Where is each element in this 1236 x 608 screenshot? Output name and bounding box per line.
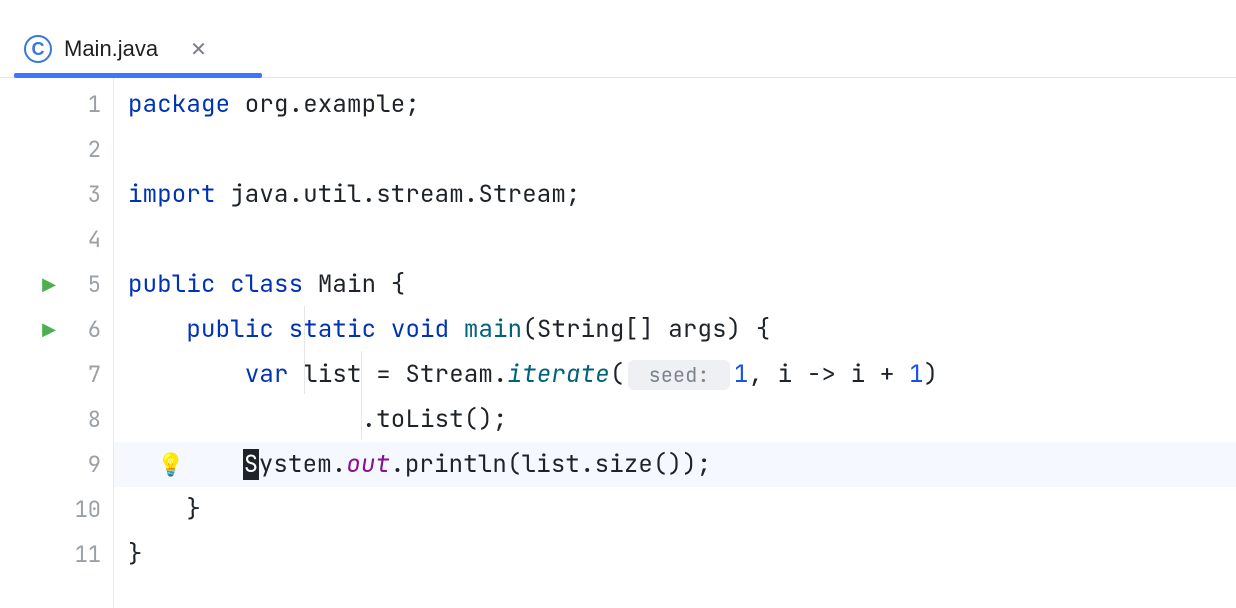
code-text: .toList(); xyxy=(362,404,508,435)
code-line[interactable] xyxy=(114,127,1236,172)
keyword: public xyxy=(128,269,216,300)
line-number: 5 xyxy=(71,270,101,299)
code-text: , i -> i + xyxy=(748,359,909,390)
class-name: Main xyxy=(318,269,376,300)
code-area[interactable]: package org.example; import java.util.st… xyxy=(114,78,1236,608)
line-number: 10 xyxy=(71,495,101,524)
line-number: 8 xyxy=(71,405,101,434)
code-text: } xyxy=(128,539,143,570)
editor-tab-bar: C Main.java ✕ xyxy=(0,0,1236,78)
keyword: class xyxy=(230,269,303,300)
parameter-hint: seed: xyxy=(628,360,729,390)
code-text: .println(list.size()); xyxy=(390,449,711,480)
code-text: java.util.stream.Stream; xyxy=(216,179,581,210)
keyword: var xyxy=(245,359,289,390)
caret: S xyxy=(243,449,259,480)
code-text: ( xyxy=(610,359,625,390)
code-text: } xyxy=(186,494,201,525)
line-number: 9 xyxy=(71,450,101,479)
code-line[interactable]: } xyxy=(114,487,1236,532)
keyword: static xyxy=(289,314,377,345)
code-line[interactable]: public class Main { xyxy=(114,262,1236,307)
code-line-current[interactable]: 💡 System.out.println(list.size()); xyxy=(114,442,1236,487)
line-number: 6 xyxy=(71,315,101,344)
close-icon[interactable]: ✕ xyxy=(190,37,207,62)
intention-bulb-icon[interactable]: 💡 xyxy=(157,450,185,479)
number-literal: 1 xyxy=(734,359,749,390)
gutter: 1 2 3 4 ▶ 5 ▶ 6 7 8 9 10 11 xyxy=(0,78,114,608)
static-field: out xyxy=(346,449,390,480)
static-method: iterate xyxy=(508,359,610,390)
editor-tab[interactable]: C Main.java ✕ xyxy=(14,25,223,77)
code-editor[interactable]: 1 2 3 4 ▶5 ▶6 7 8 9 10 11 package org.ex… xyxy=(0,78,1236,608)
code-line[interactable]: .toList(); xyxy=(114,397,1236,442)
code-line[interactable]: package org.example; xyxy=(114,82,1236,127)
line-number: 1 xyxy=(71,90,101,119)
indent-guide xyxy=(361,351,362,439)
code-line[interactable]: } xyxy=(114,532,1236,577)
line-number: 4 xyxy=(71,225,101,254)
method-name: main xyxy=(464,314,522,345)
keyword: import xyxy=(128,179,216,210)
line-number: 11 xyxy=(71,540,101,569)
java-class-icon: C xyxy=(24,35,52,63)
line-number: 3 xyxy=(71,180,101,209)
tab-filename: Main.java xyxy=(64,36,158,62)
code-line[interactable]: public static void main(String[] args) { xyxy=(114,307,1236,352)
run-icon[interactable]: ▶ xyxy=(37,319,61,340)
run-icon[interactable]: ▶ xyxy=(37,274,61,295)
code-line[interactable]: import java.util.stream.Stream; xyxy=(114,172,1236,217)
indent-guide xyxy=(304,306,305,394)
keyword: void xyxy=(391,314,449,345)
keyword: public xyxy=(186,314,274,345)
code-text: (String[] args) { xyxy=(522,314,770,345)
code-line[interactable]: var list = Stream.iterate( seed: 1, i ->… xyxy=(114,352,1236,397)
line-number: 7 xyxy=(71,360,101,389)
code-text: ystem. xyxy=(259,449,347,480)
number-literal: 1 xyxy=(909,359,924,390)
line-number: 2 xyxy=(71,135,101,164)
code-line[interactable] xyxy=(114,217,1236,262)
keyword: package xyxy=(128,89,230,120)
code-text: org.example; xyxy=(230,89,420,120)
code-text: ) xyxy=(924,359,939,390)
code-text: { xyxy=(376,269,405,300)
code-text: list = Stream. xyxy=(289,359,508,390)
